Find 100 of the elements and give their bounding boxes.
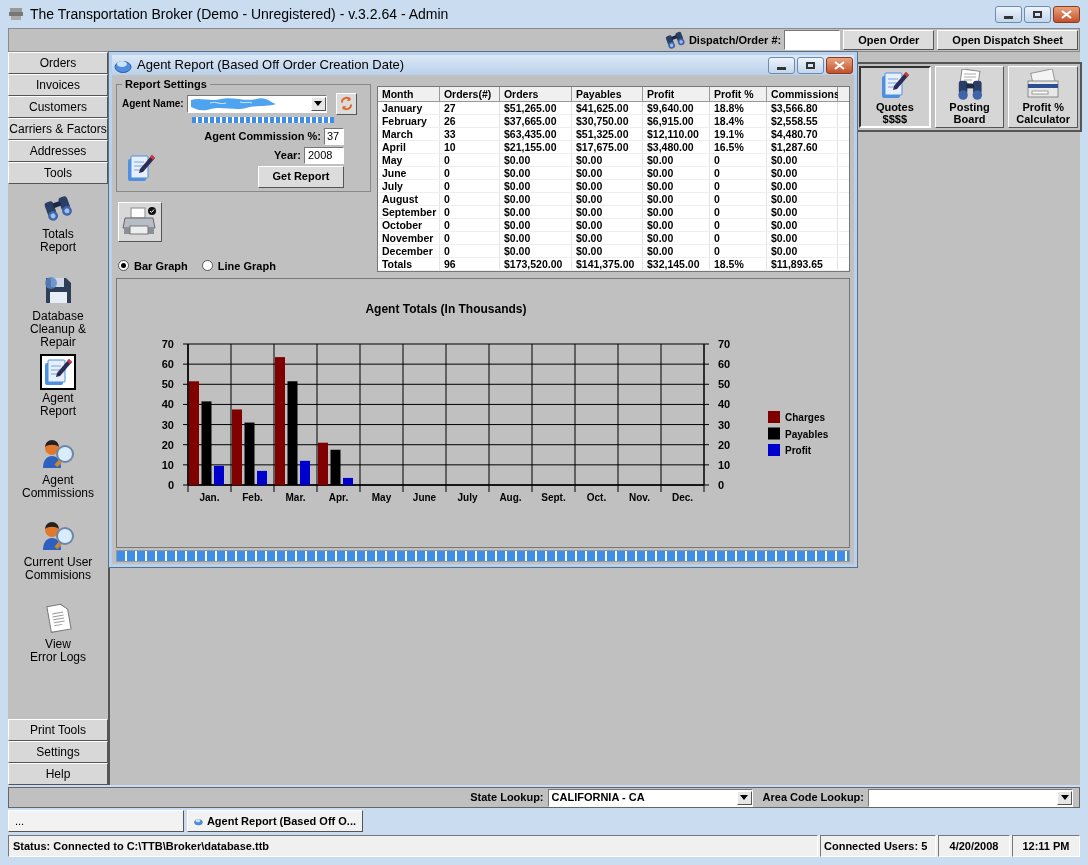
maximize-button[interactable] [797, 56, 824, 74]
sidebar-nav-button[interactable]: Addresses [8, 140, 108, 162]
refresh-button[interactable] [335, 92, 357, 115]
table-cell: $17,675.00 [571, 141, 643, 153]
table-cell: $0.00 [766, 206, 838, 218]
table-cell: $0.00 [642, 206, 710, 218]
table-cell: September [377, 206, 440, 218]
sidebar-tool[interactable]: View Error Logs [8, 600, 108, 682]
table-cell: $141,375.00 [571, 258, 643, 270]
sidebar-nav-button[interactable]: Print Tools [8, 719, 108, 741]
status-text: Status: Connected to C:\TTB\Broker\database.ttb [8, 835, 818, 857]
column-header: Commissions [766, 87, 838, 102]
axis-label: Jan. [199, 492, 220, 503]
table-cell: 0 [709, 167, 767, 179]
sidebar-nav-button[interactable]: Tools [8, 162, 108, 184]
table-cell: $4,480.70 [766, 128, 838, 140]
year-label: Year: [274, 147, 301, 163]
close-button[interactable] [826, 56, 853, 74]
close-button[interactable] [1053, 5, 1080, 23]
table-cell: $0.00 [571, 219, 643, 231]
table-cell: $0.00 [766, 219, 838, 231]
axis-label: 40 [161, 398, 174, 411]
table-cell: 27 [439, 102, 500, 114]
bar [214, 465, 224, 485]
table-cell: $0.00 [642, 180, 710, 192]
quick-button[interactable]: Profit % Calculator [1008, 66, 1078, 128]
get-report-button[interactable]: Get Report [257, 165, 344, 188]
axis-label: 10 [718, 458, 731, 471]
quick-button[interactable]: Posting Board [934, 66, 1005, 128]
table-cell: July [377, 180, 440, 192]
legend-swatch [768, 427, 780, 440]
table-cell: $37,665.00 [499, 115, 572, 127]
dispatch-order-field[interactable] [784, 30, 841, 50]
table-cell: $9,640.00 [642, 102, 710, 114]
table-cell: 0 [439, 232, 500, 244]
axis-label: Nov. [629, 492, 650, 503]
sidebar-tool[interactable]: Agent Commissions [8, 436, 108, 518]
maximize-button[interactable] [1024, 5, 1051, 23]
table-cell: $0.00 [571, 154, 643, 166]
table-cell: 18.4% [709, 115, 767, 127]
binoculars-icon [42, 195, 74, 221]
table-cell: 0 [439, 219, 500, 231]
table-cell: $21,155.00 [499, 141, 572, 153]
toolbar-button[interactable]: Open Order [843, 30, 935, 50]
axis-label: 0 [718, 479, 725, 491]
taskbar-button[interactable]: ... [8, 810, 184, 832]
state-lookup-dropdown[interactable]: CALIFORNIA - CA [547, 788, 753, 807]
axis-label: 30 [718, 418, 731, 431]
person-magnifier-icon [41, 520, 75, 552]
quick-button[interactable]: Quotes $$$$ [859, 66, 931, 128]
sidebar-nav-button[interactable]: Settings [8, 741, 108, 763]
table-cell: $0.00 [571, 193, 643, 205]
table-cell: $41,625.00 [571, 102, 643, 114]
table-cell: $0.00 [642, 154, 710, 166]
sidebar-nav-button[interactable]: Orders [8, 52, 108, 74]
sidebar-tool[interactable]: Database Cleanup & Repair [8, 272, 108, 354]
table-cell: $0.00 [499, 245, 572, 257]
table-cell: $0.00 [499, 219, 572, 231]
agent-name-dropdown[interactable] [186, 94, 327, 113]
legend-swatch [768, 411, 780, 423]
graph-type-radio[interactable]: Line Graph [201, 257, 276, 274]
close-icon [1061, 9, 1072, 19]
sidebar-nav-button[interactable]: Help [8, 763, 108, 785]
minimize-button[interactable] [995, 5, 1022, 23]
area-code-dropdown[interactable] [868, 788, 1073, 807]
axis-label: 30 [161, 418, 174, 431]
commission-field[interactable]: 37 [323, 127, 344, 145]
axis-label: 10 [161, 458, 174, 471]
table-cell: 0 [709, 232, 767, 244]
toolbar-button[interactable]: Open Dispatch Sheet [937, 30, 1078, 50]
table-cell: $2,558.55 [766, 115, 838, 127]
sidebar-tool[interactable]: Agent Report [8, 354, 108, 436]
table-cell: $0.00 [571, 232, 643, 244]
axis-label: May [371, 492, 392, 503]
graph-type-radio[interactable]: Bar Graph [118, 257, 188, 274]
table-cell: $0.00 [642, 167, 710, 179]
table-cell: $51,325.00 [571, 128, 643, 140]
table-cell: 0 [709, 180, 767, 192]
sidebar-tool[interactable]: Totals Report [8, 190, 108, 272]
taskbar-button[interactable]: Agent Report (Based Off O... [187, 810, 363, 832]
table-cell: 96 [439, 258, 500, 270]
table-cell: $0.00 [766, 193, 838, 205]
sidebar-nav-button[interactable]: Carriers & Factors [8, 118, 108, 140]
status-date: 4/20/2008 [938, 835, 1010, 857]
sidebar-nav-button[interactable]: Invoices [8, 74, 108, 96]
print-button[interactable] [118, 202, 162, 242]
table-cell: 0 [439, 206, 500, 218]
table-cell: $0.00 [642, 245, 710, 257]
table-cell: January [377, 102, 440, 114]
clipboard-pen-icon [42, 356, 74, 388]
table-cell: December [377, 245, 440, 257]
year-field[interactable]: 2008 [303, 146, 344, 164]
column-header: Profit % [709, 87, 767, 102]
sidebar-nav-button[interactable]: Customers [8, 96, 108, 118]
axis-label: Oct. [586, 492, 607, 503]
minimize-button[interactable] [768, 56, 795, 74]
document-icon [43, 602, 73, 634]
close-icon [834, 60, 845, 70]
sidebar-tool[interactable]: Current User Commisions [8, 518, 108, 600]
agent-name-label: Agent Name: [122, 97, 184, 111]
